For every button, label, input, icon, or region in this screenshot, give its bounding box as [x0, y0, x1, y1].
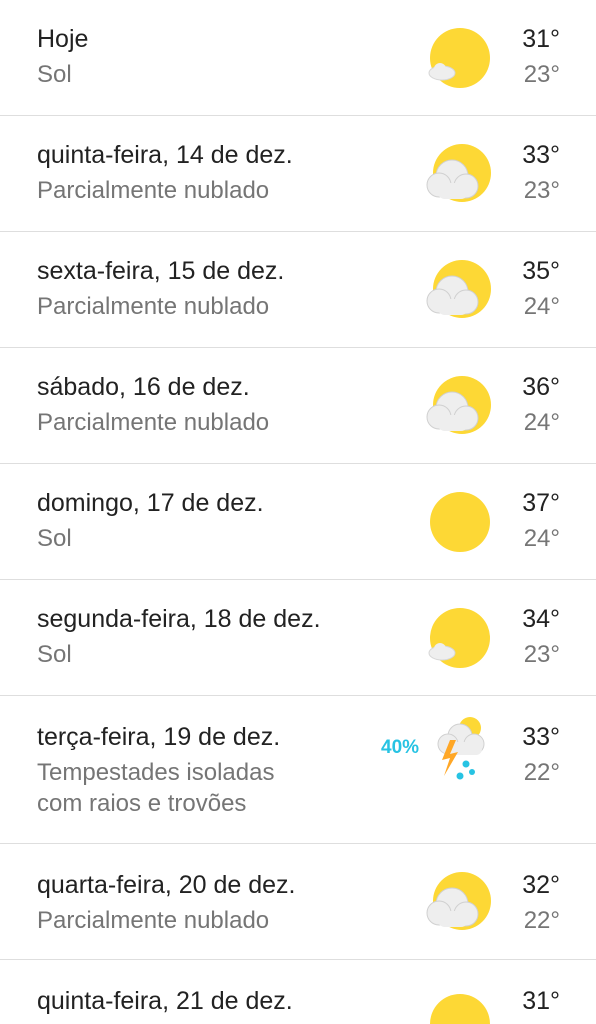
high-temperature: 31° — [522, 25, 560, 53]
sun-icon — [422, 484, 498, 560]
condition-label: Sol — [37, 61, 72, 88]
high-temperature: 34° — [522, 605, 560, 633]
condition-label: Parcialmente nublado — [37, 907, 270, 934]
low-temperature: 24° — [523, 409, 560, 436]
thunderstorm-icon — [422, 714, 498, 790]
day-label: domingo, 17 de dez. — [37, 489, 264, 517]
high-temperature: 36° — [522, 373, 560, 401]
high-temperature: 33° — [522, 141, 560, 169]
sun-small-cloud-icon — [422, 20, 498, 96]
low-temperature: 23° — [523, 61, 560, 88]
sun-icon — [422, 986, 498, 1024]
forecast-row[interactable]: segunda-feira, 18 de dez. Sol 34° 23° — [0, 580, 596, 696]
precipitation-chance: 40% — [381, 737, 420, 758]
high-temperature: 35° — [522, 257, 560, 285]
forecast-row[interactable]: quinta-feira, 21 de dez. 31° — [0, 960, 596, 1024]
daily-forecast-list: Hoje Sol 31° 23° quinta-feira, 14 de dez. Pa… — [0, 0, 596, 1024]
forecast-row[interactable]: Hoje Sol 31° 23° — [0, 0, 596, 116]
high-temperature: 33° — [522, 723, 560, 751]
condition-label: Parcialmente nublado — [37, 293, 270, 320]
partly-cloudy-icon — [422, 368, 498, 444]
day-label: segunda-feira, 18 de dez. — [37, 605, 321, 633]
forecast-row[interactable]: sexta-feira, 15 de dez. Parcialmente nubl… — [0, 232, 596, 348]
forecast-row[interactable]: quarta-feira, 20 de dez. Parcialmente nub… — [0, 844, 596, 960]
low-temperature: 23° — [523, 641, 560, 668]
low-temperature: 24° — [523, 525, 560, 552]
high-temperature: 37° — [522, 489, 560, 517]
partly-cloudy-icon — [422, 136, 498, 212]
forecast-row[interactable]: terça-feira, 19 de dez. Tempestades isola… — [0, 696, 596, 844]
low-temperature: 23° — [523, 177, 560, 204]
condition-label: Tempestades isoladas — [37, 759, 275, 786]
condition-label: Sol — [37, 641, 72, 668]
day-label: quinta-feira, 21 de dez. — [37, 987, 293, 1015]
day-label: sexta-feira, 15 de dez. — [37, 257, 285, 285]
condition-label: Parcialmente nublado — [37, 409, 270, 436]
day-label: sábado, 16 de dez. — [37, 373, 250, 401]
low-temperature: 22° — [523, 907, 560, 934]
forecast-row[interactable]: domingo, 17 de dez. Sol 37° 24° — [0, 464, 596, 580]
condition-label: Parcialmente nublado — [37, 177, 270, 204]
forecast-row[interactable]: quinta-feira, 14 de dez. Parcialmente nub… — [0, 116, 596, 232]
condition-label-line2: com raios e trovões — [37, 790, 247, 817]
low-temperature: 22° — [523, 759, 560, 786]
day-label: quinta-feira, 14 de dez. — [37, 141, 293, 169]
partly-cloudy-icon — [422, 252, 498, 328]
partly-cloudy-icon — [422, 864, 498, 940]
low-temperature: 24° — [523, 293, 560, 320]
forecast-row[interactable]: sábado, 16 de dez. Parcialmente nublado 36… — [0, 348, 596, 464]
condition-label: Sol — [37, 525, 72, 552]
day-label: Hoje — [37, 25, 89, 53]
high-temperature: 32° — [522, 871, 560, 899]
high-temperature: 31° — [522, 987, 560, 1015]
day-label: terça-feira, 19 de dez. — [37, 723, 281, 751]
sun-small-cloud-icon — [422, 600, 498, 676]
day-label: quarta-feira, 20 de dez. — [37, 871, 296, 899]
